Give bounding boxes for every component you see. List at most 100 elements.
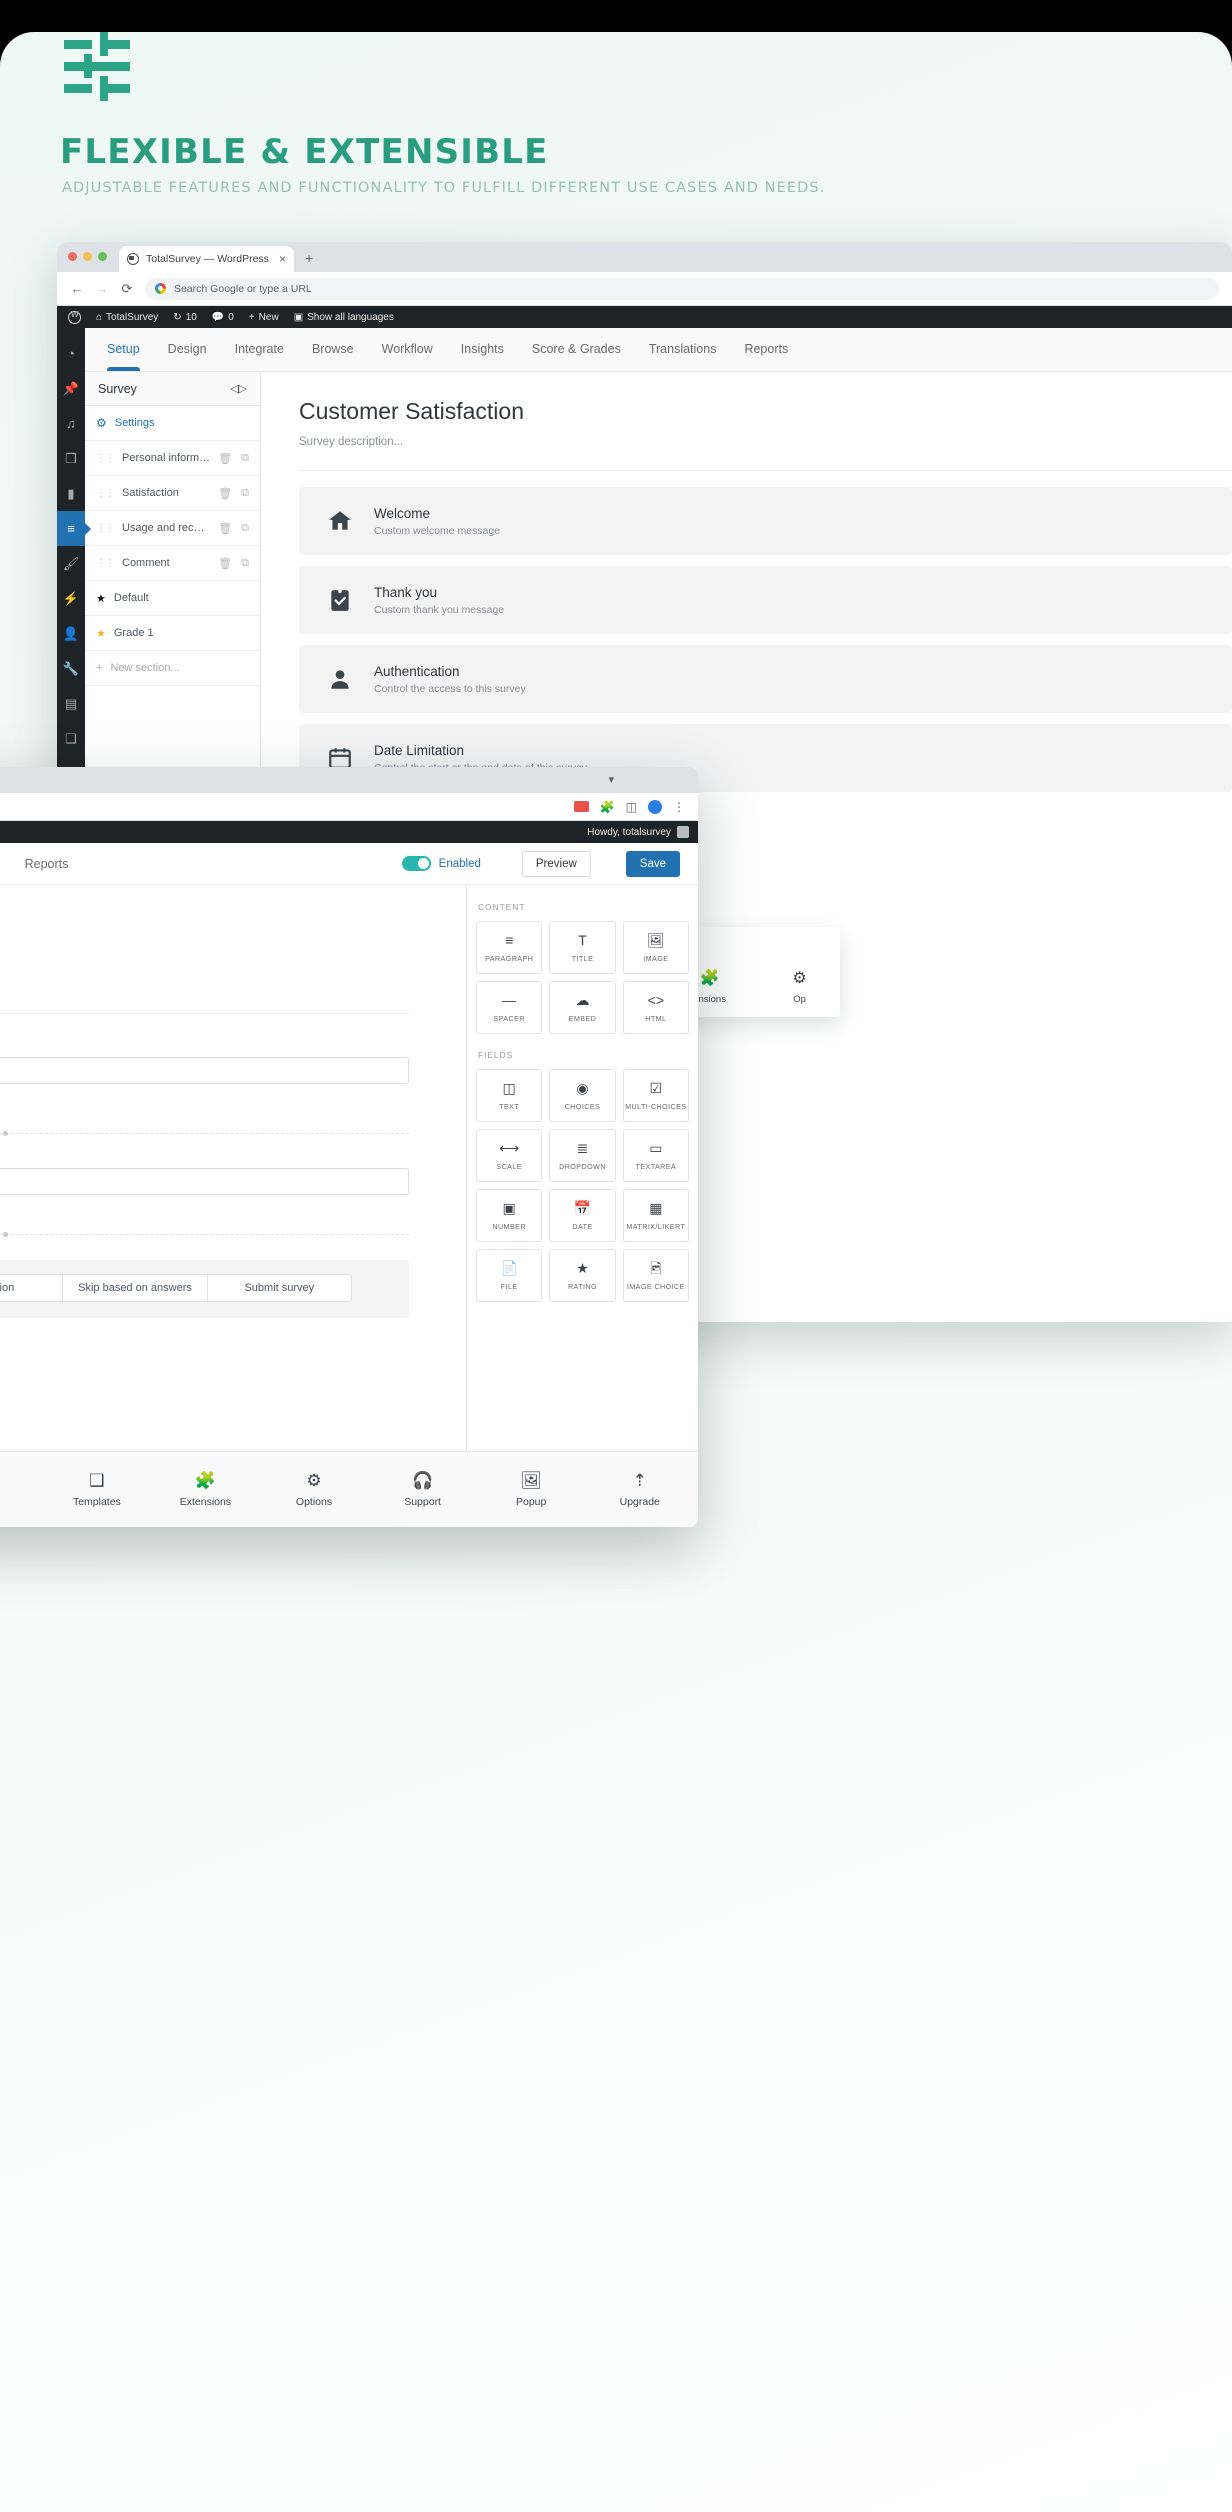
mini-item-options[interactable]: ⚙ Op bbox=[792, 968, 806, 1005]
sidebar-item-pages[interactable]: ❐ bbox=[57, 441, 85, 476]
profile-avatar[interactable] bbox=[648, 799, 662, 814]
sidebar-item-plugins[interactable]: ⚡ bbox=[57, 581, 85, 616]
minimize-window-dot[interactable] bbox=[83, 252, 92, 261]
tab-design[interactable]: Design bbox=[168, 330, 207, 370]
palette-item-dropdown[interactable]: ≣ DROPDOWN bbox=[549, 1129, 616, 1182]
skip-based-on-answers-button[interactable]: Skip based on answers bbox=[63, 1275, 208, 1301]
tab-insights[interactable]: Insights bbox=[461, 330, 504, 370]
drag-handle-icon[interactable]: ⋮⋮ bbox=[96, 488, 115, 499]
bottom-item-popup[interactable]: 🖼 Popup bbox=[477, 1472, 586, 1508]
new-tab-button[interactable]: + bbox=[305, 251, 313, 265]
maximize-window-dot[interactable] bbox=[98, 252, 107, 261]
sidebar-item-tools[interactable]: 🔧 bbox=[57, 651, 85, 686]
forward-icon[interactable]: → bbox=[95, 281, 109, 296]
tab-setup[interactable]: Setup bbox=[107, 330, 140, 371]
sidebar-item-settings[interactable]: ▤ bbox=[57, 686, 85, 721]
bottom-item-templates[interactable]: ❑ Templates bbox=[43, 1472, 152, 1508]
chevron-down-icon[interactable]: ▾ bbox=[608, 773, 614, 786]
bottom-item-options[interactable]: ⚙ Options bbox=[260, 1472, 369, 1508]
sidebar-item-media[interactable]: ♫ bbox=[57, 406, 85, 441]
bottom-item-support[interactable]: 🎧 Support bbox=[368, 1472, 477, 1508]
bottom-item-extensions[interactable]: 🧩 Extensions bbox=[151, 1472, 260, 1508]
duplicate-icon[interactable]: ⧉ bbox=[241, 522, 249, 535]
duplicate-icon[interactable]: ⧉ bbox=[241, 487, 249, 500]
tab-reports[interactable]: Reports bbox=[744, 330, 788, 370]
list-item-grade[interactable]: ★ Grade 1 bbox=[85, 616, 260, 651]
text-field-input[interactable] bbox=[0, 1057, 409, 1084]
palette-item-embed[interactable]: ☁ EMBED bbox=[549, 981, 616, 1034]
close-window-dot[interactable] bbox=[68, 252, 77, 261]
howdy-label[interactable]: Howdy, totalsurvey bbox=[587, 827, 671, 838]
wp-logo-icon[interactable] bbox=[63, 310, 86, 324]
sidebar-item-appearance[interactable]: 🖌 bbox=[57, 546, 85, 581]
close-tab-icon[interactable]: × bbox=[279, 252, 286, 266]
mini-item-extensions[interactable]: 🧩 ensions bbox=[693, 968, 726, 1005]
sidebar-item-settings-row[interactable]: ⚙ Settings bbox=[85, 406, 260, 441]
palette-item-rating[interactable]: ★ RATING bbox=[549, 1249, 616, 1302]
settings-card-authentication[interactable]: Authentication Control the access to thi… bbox=[299, 645, 1232, 713]
delete-icon[interactable]: 🗑 bbox=[218, 522, 232, 535]
extension-icon-red[interactable] bbox=[573, 801, 589, 812]
palette-item-title[interactable]: T TITLE bbox=[549, 921, 616, 974]
submit-survey-button[interactable]: Submit survey bbox=[208, 1275, 351, 1301]
palette-item-scale[interactable]: ⟷ SCALE bbox=[476, 1129, 543, 1182]
tab-workflow[interactable]: Workflow bbox=[382, 330, 433, 370]
more-menu-icon[interactable]: ⋮ bbox=[673, 800, 685, 814]
tab-translations[interactable]: Translations bbox=[649, 330, 717, 370]
puzzle-icon[interactable]: 🧩 bbox=[600, 800, 615, 814]
palette-item-html[interactable]: <> HTML bbox=[622, 981, 689, 1034]
bottom-item-presets[interactable]: ▤ sets bbox=[0, 1472, 43, 1508]
tab-score-grades[interactable]: Score & Grades bbox=[532, 330, 621, 370]
palette-item-spacer[interactable]: — SPACER bbox=[476, 981, 543, 1034]
duplicate-icon[interactable]: ⧉ bbox=[241, 452, 249, 465]
bottom-item-upgrade[interactable]: ⇡ Upgrade bbox=[585, 1472, 694, 1508]
adminbar-comments[interactable]: 💬 0 bbox=[207, 312, 239, 323]
palette-item-number[interactable]: ▣ NUMBER bbox=[476, 1189, 543, 1242]
new-section-button[interactable]: + New section... bbox=[85, 651, 260, 686]
tab-integrate[interactable]: Integrate bbox=[235, 330, 284, 370]
omnibox-input[interactable]: Search Google or type a URL bbox=[145, 277, 1219, 300]
adminbar-languages[interactable]: ▣ Show all languages bbox=[289, 312, 399, 323]
reload-icon[interactable]: ⟳ bbox=[120, 281, 134, 297]
adminbar-new[interactable]: + New bbox=[244, 312, 284, 323]
drag-handle-icon[interactable]: ⋮⋮ bbox=[96, 558, 115, 569]
back-icon[interactable]: ← bbox=[70, 281, 84, 296]
palette-item-date[interactable]: 📅 DATE bbox=[549, 1189, 616, 1242]
tab-browse[interactable]: Browse bbox=[312, 330, 354, 370]
adminbar-site-name[interactable]: ⌂ TotalSurvey bbox=[91, 312, 163, 323]
settings-card-welcome[interactable]: Welcome Custom welcome message bbox=[299, 487, 1232, 555]
palette-item-choices[interactable]: ◉ CHOICES bbox=[549, 1069, 616, 1122]
drop-handle-icon[interactable] bbox=[3, 1131, 8, 1136]
delete-icon[interactable]: 🗑 bbox=[218, 557, 232, 570]
preview-button[interactable]: Preview bbox=[521, 850, 591, 877]
drag-handle-icon[interactable]: ⋮⋮ bbox=[96, 523, 115, 534]
drag-handle-icon[interactable]: ⋮⋮ bbox=[96, 453, 115, 464]
sidebar-item-extra[interactable]: ❑ bbox=[57, 721, 85, 756]
sidepanel-icon[interactable]: ◫ bbox=[626, 800, 637, 814]
settings-card-thankyou[interactable]: Thank you Custom thank you message bbox=[299, 566, 1232, 634]
delete-icon[interactable]: 🗑 bbox=[218, 487, 232, 500]
palette-item-image[interactable]: 🖼 IMAGE bbox=[622, 921, 689, 974]
browser-tab[interactable]: TotalSurvey — WordPress × bbox=[119, 246, 294, 272]
sidebar-item-comments[interactable]: ▮ bbox=[57, 476, 85, 511]
palette-item-matrix-likert[interactable]: ▦ MATRIX/LIKERT bbox=[622, 1189, 689, 1242]
sidebar-item-posts[interactable]: 📌 bbox=[57, 371, 85, 406]
go-to-section-button[interactable]: to section bbox=[0, 1275, 64, 1301]
drop-handle-icon[interactable] bbox=[3, 1232, 8, 1237]
palette-item-multi-choices[interactable]: ☑ MULTI-CHOICES bbox=[622, 1069, 689, 1122]
sidebar-collapse-icon[interactable]: ◁▷ bbox=[230, 382, 247, 395]
sidebar-item-totalsurvey[interactable]: ≡ bbox=[57, 511, 91, 546]
list-item-default[interactable]: ★ Default bbox=[85, 581, 260, 616]
palette-item-paragraph[interactable]: ≡ PARAGRAPH bbox=[476, 921, 543, 974]
adminbar-updates[interactable]: ↻ 10 bbox=[168, 312, 202, 323]
enabled-toggle[interactable] bbox=[401, 856, 431, 871]
list-item[interactable]: ⋮⋮ Personal information 🗑 ⧉ bbox=[85, 441, 260, 476]
palette-item-file[interactable]: 📄 FILE bbox=[476, 1249, 543, 1302]
palette-item-textarea[interactable]: ▭ TEXTAREA bbox=[622, 1129, 689, 1182]
save-button[interactable]: Save bbox=[625, 850, 680, 877]
text-field-input[interactable] bbox=[0, 1168, 409, 1195]
enabled-toggle-group[interactable]: Enabled bbox=[401, 856, 481, 871]
sidebar-item-dashboard[interactable]: ◔ bbox=[57, 336, 85, 371]
delete-icon[interactable]: 🗑 bbox=[218, 452, 232, 465]
tab-reports[interactable]: Reports bbox=[25, 857, 69, 871]
